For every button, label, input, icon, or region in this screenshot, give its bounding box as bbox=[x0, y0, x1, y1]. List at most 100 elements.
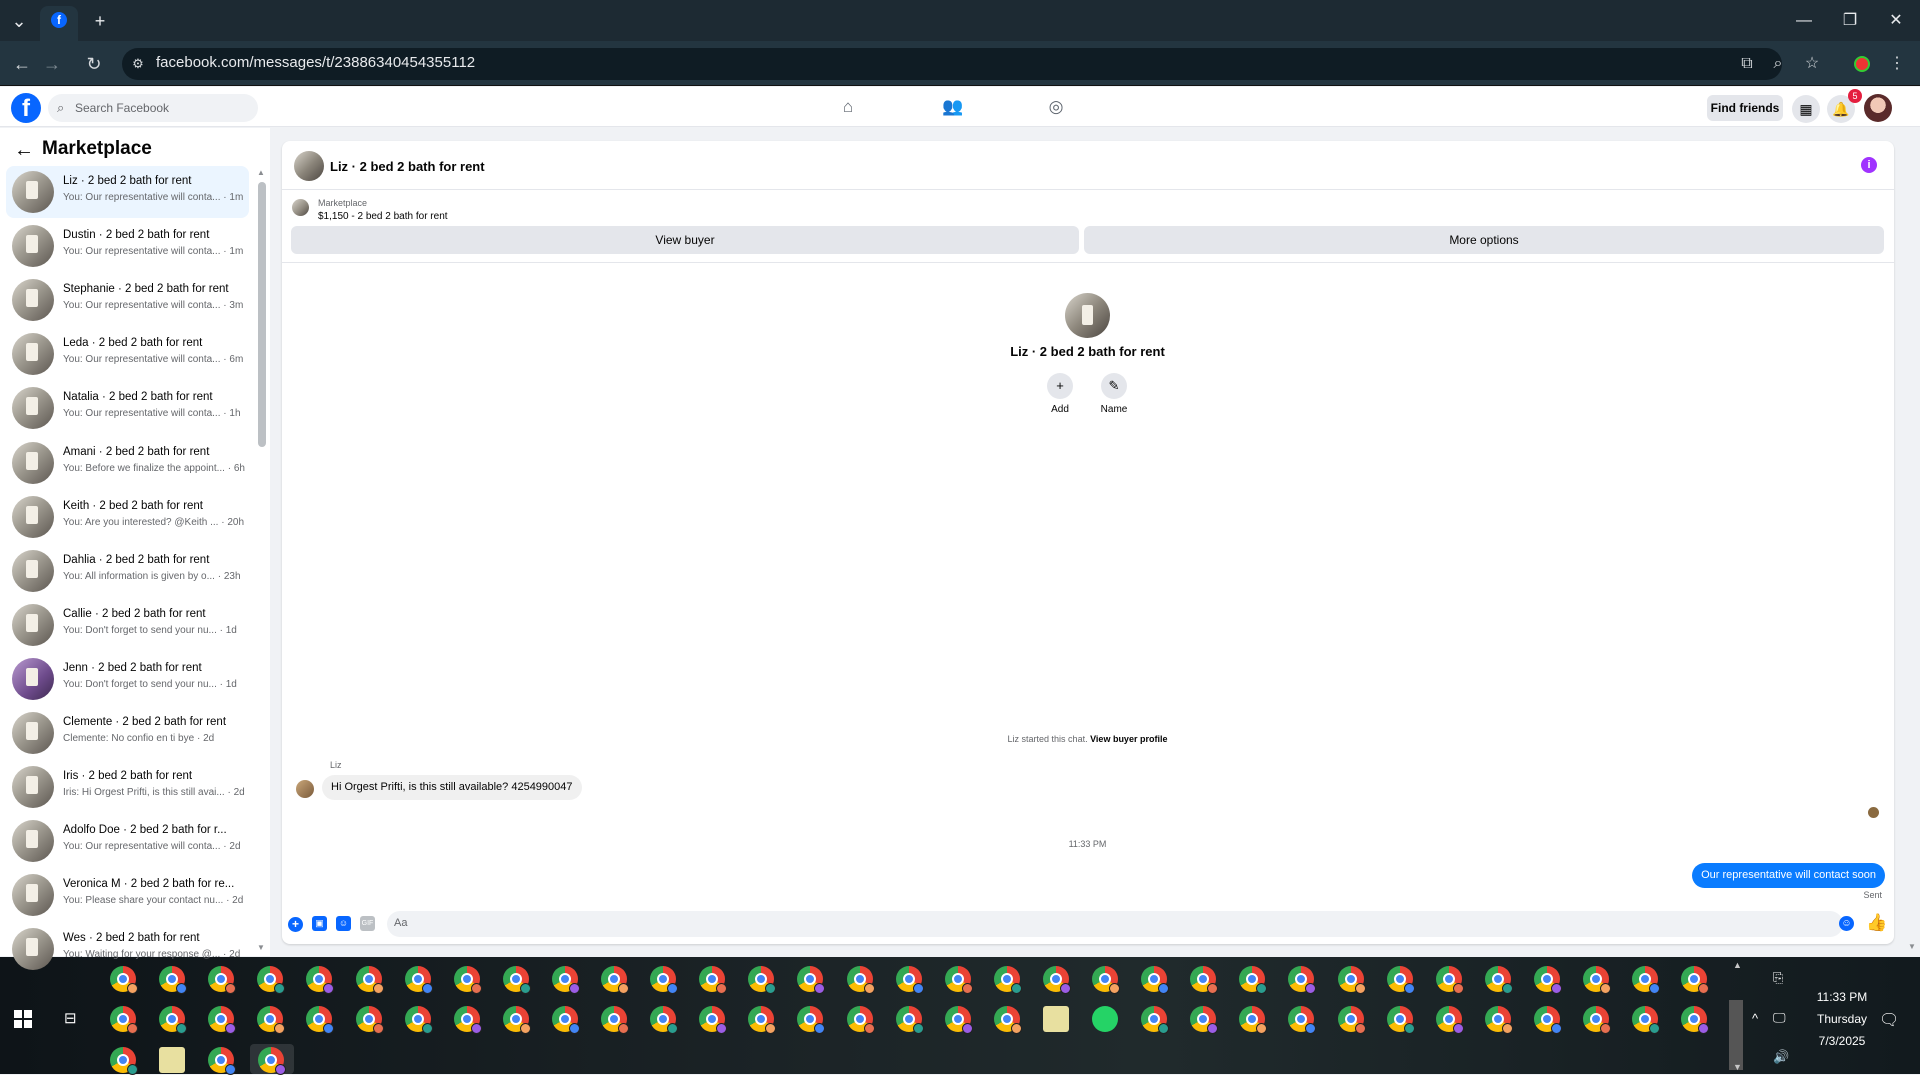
clock-time[interactable]: 11:33 PM bbox=[1797, 990, 1887, 1004]
conversation-item[interactable]: Amani · 2 bed 2 bath for rent You: Before… bbox=[6, 437, 249, 489]
url-text[interactable]: facebook.com/messages/t/2388634045435511… bbox=[156, 54, 475, 71]
chrome-icon[interactable] bbox=[551, 966, 580, 994]
chrome-icon[interactable] bbox=[208, 1047, 236, 1075]
volume-icon[interactable]: 🔊 bbox=[1773, 1049, 1789, 1065]
spreadsheet-app-icon[interactable] bbox=[1042, 1006, 1069, 1032]
view-buyer-profile-link[interactable]: View buyer profile bbox=[1090, 734, 1167, 744]
chrome-icon[interactable] bbox=[110, 1047, 138, 1075]
chrome-icon[interactable] bbox=[1435, 966, 1464, 994]
incoming-message-bubble[interactable]: Hi Orgest Prifti, is this still availabl… bbox=[322, 775, 582, 800]
tray-device-icon[interactable]: ⎘ bbox=[1773, 970, 1783, 986]
groups-icon[interactable]: ◎ bbox=[1044, 97, 1068, 119]
chrome-icon[interactable] bbox=[699, 966, 728, 994]
chrome-icon[interactable] bbox=[551, 1006, 580, 1034]
restore-button[interactable]: ❐ bbox=[1828, 8, 1872, 34]
chrome-icon[interactable] bbox=[993, 1006, 1022, 1034]
tab-search-chevron-icon[interactable]: ⌄ bbox=[6, 8, 32, 34]
chrome-icon[interactable] bbox=[1484, 966, 1513, 994]
chrome-icon[interactable] bbox=[1681, 966, 1710, 994]
chrome-icon[interactable] bbox=[1533, 1006, 1562, 1034]
conversation-item[interactable]: Dahlia · 2 bed 2 bath for rent You: All i… bbox=[6, 545, 249, 597]
chrome-icon[interactable] bbox=[748, 966, 777, 994]
emoji-icon[interactable]: ☺ bbox=[1839, 916, 1854, 931]
friends-icon[interactable]: 👥 bbox=[941, 97, 965, 119]
chrome-icon[interactable] bbox=[797, 966, 826, 994]
back-arrow-icon[interactable]: ← bbox=[14, 139, 34, 162]
reload-icon[interactable]: ↻ bbox=[82, 52, 106, 76]
chrome-icon[interactable] bbox=[502, 1006, 531, 1034]
chrome-icon[interactable] bbox=[797, 1006, 826, 1034]
conversation-item[interactable]: Jenn · 2 bed 2 bath for rent You: Don't f… bbox=[6, 653, 249, 705]
chrome-icon[interactable] bbox=[306, 966, 335, 994]
chrome-icon[interactable] bbox=[159, 1006, 188, 1034]
chrome-icon[interactable] bbox=[1190, 1006, 1219, 1034]
close-window-button[interactable]: ✕ bbox=[1874, 8, 1918, 34]
chrome-icon[interactable] bbox=[1288, 966, 1317, 994]
chrome-icon[interactable] bbox=[1239, 966, 1268, 994]
sidebar-scrollbar[interactable] bbox=[258, 182, 266, 447]
conversation-item[interactable]: Natalia · 2 bed 2 bath for rent You: Our … bbox=[6, 382, 249, 434]
photo-icon[interactable]: ▣ bbox=[312, 916, 327, 931]
chrome-icon[interactable] bbox=[895, 966, 924, 994]
browser-tab-facebook[interactable]: f bbox=[40, 6, 78, 41]
conversation-item[interactable]: Stephanie · 2 bed 2 bath for rent You: Ou… bbox=[6, 274, 249, 326]
buyer-avatar[interactable] bbox=[1065, 293, 1110, 338]
chrome-icon[interactable] bbox=[1386, 966, 1415, 994]
chrome-icon[interactable] bbox=[846, 966, 875, 994]
conversation-item[interactable]: Veronica M · 2 bed 2 bath for re... You: … bbox=[6, 869, 249, 921]
chat-avatar[interactable] bbox=[294, 151, 324, 181]
page-scroll-down-arrow-icon[interactable]: ▼ bbox=[1908, 942, 1916, 951]
chrome-icon[interactable] bbox=[1533, 966, 1562, 994]
taskbar-scroll-up-icon[interactable]: ▲ bbox=[1733, 960, 1742, 970]
chrome-icon[interactable] bbox=[1337, 1006, 1366, 1034]
scroll-down-arrow-icon[interactable]: ▼ bbox=[257, 943, 265, 952]
chat-title[interactable]: Liz · 2 bed 2 bath for rent bbox=[330, 159, 485, 174]
chrome-icon[interactable] bbox=[159, 966, 188, 994]
sticker-icon[interactable]: ☺ bbox=[336, 916, 351, 931]
chrome-icon[interactable] bbox=[404, 1006, 433, 1034]
bookmark-star-icon[interactable]: ☆ bbox=[1800, 52, 1824, 76]
chrome-icon[interactable] bbox=[208, 1006, 237, 1034]
home-icon[interactable]: ⌂ bbox=[836, 97, 860, 119]
conversation-item[interactable]: Dustin · 2 bed 2 bath for rent You: Our r… bbox=[6, 220, 249, 272]
chrome-icon[interactable] bbox=[257, 1006, 286, 1034]
message-input[interactable] bbox=[387, 911, 1843, 937]
chrome-icon[interactable] bbox=[355, 966, 384, 994]
show-hidden-icons-chevron-icon[interactable]: ^ bbox=[1752, 1011, 1758, 1026]
minimize-button[interactable]: — bbox=[1782, 8, 1826, 34]
listing-title[interactable]: $1,150 - 2 bed 2 bath for rent bbox=[318, 211, 448, 222]
chrome-icon[interactable] bbox=[1583, 966, 1611, 994]
chrome-icon[interactable] bbox=[1386, 1006, 1415, 1034]
chrome-icon[interactable] bbox=[895, 1006, 924, 1034]
taskbar-scrollbar[interactable] bbox=[1729, 1000, 1743, 1070]
install-app-icon[interactable]: ⧉ bbox=[1735, 52, 1759, 76]
conversation-item[interactable]: Clemente · 2 bed 2 bath for rent Clemente… bbox=[6, 707, 249, 759]
chrome-icon[interactable] bbox=[1435, 1006, 1464, 1034]
conversation-item[interactable]: Liz · 2 bed 2 bath for rent You: Our repr… bbox=[6, 166, 249, 218]
chrome-icon[interactable] bbox=[208, 966, 237, 994]
chrome-icon[interactable] bbox=[1239, 1006, 1268, 1034]
account-avatar[interactable] bbox=[1864, 94, 1892, 122]
chrome-icon[interactable] bbox=[944, 1006, 973, 1034]
view-buyer-button[interactable]: View buyer bbox=[291, 226, 1079, 254]
scroll-up-arrow-icon[interactable]: ▲ bbox=[257, 168, 265, 177]
edit-pencil-icon[interactable]: ✎ bbox=[1101, 373, 1127, 399]
more-options-button[interactable]: More options bbox=[1084, 226, 1884, 254]
chrome-icon[interactable] bbox=[1190, 966, 1219, 994]
chrome-icon[interactable] bbox=[257, 966, 286, 994]
conversation-item[interactable]: Keith · 2 bed 2 bath for rent You: Are yo… bbox=[6, 491, 249, 543]
info-icon[interactable]: i bbox=[1861, 157, 1877, 173]
notification-center-icon[interactable]: 🗨 bbox=[1879, 1010, 1899, 1030]
chrome-icon[interactable] bbox=[650, 1006, 679, 1034]
sender-avatar[interactable] bbox=[296, 780, 314, 798]
conversation-item[interactable]: Leda · 2 bed 2 bath for rent You: Our rep… bbox=[6, 328, 249, 380]
chrome-icon[interactable] bbox=[650, 966, 679, 994]
more-actions-plus-icon[interactable]: + bbox=[288, 917, 303, 932]
chrome-icon[interactable] bbox=[1583, 1006, 1611, 1034]
chrome-icon[interactable] bbox=[502, 966, 531, 994]
conversation-item[interactable]: Iris · 2 bed 2 bath for rent Iris: Hi Org… bbox=[6, 761, 249, 813]
chrome-icon[interactable] bbox=[1337, 966, 1366, 994]
clock-day[interactable]: Thursday bbox=[1797, 1012, 1887, 1026]
chrome-icon[interactable] bbox=[1141, 1006, 1170, 1034]
zoom-icon[interactable]: ⌕ bbox=[1766, 52, 1790, 76]
